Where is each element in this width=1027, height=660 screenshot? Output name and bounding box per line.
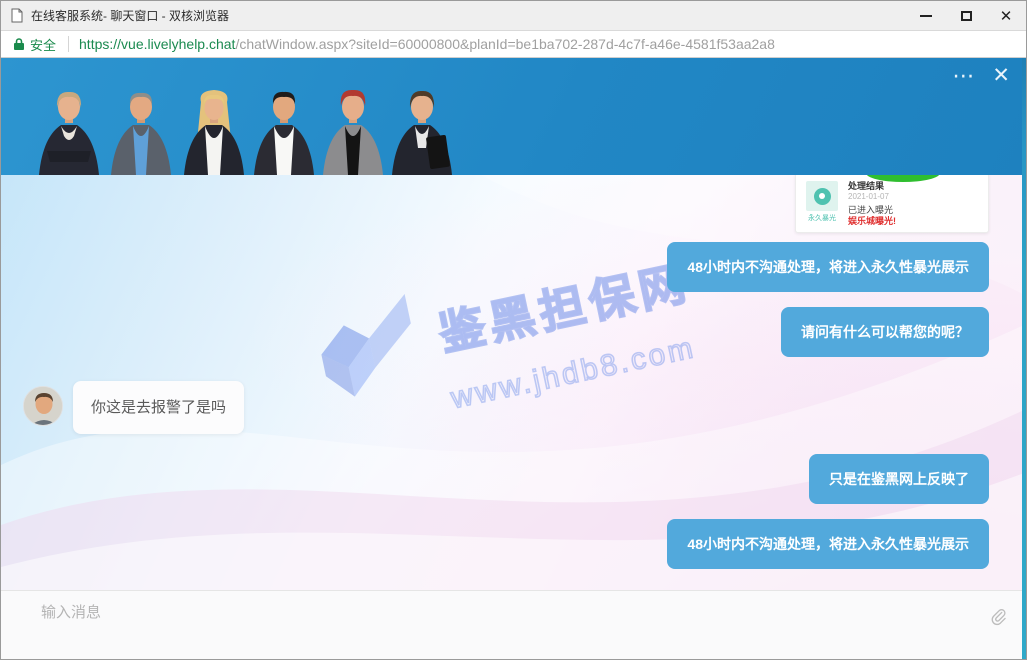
security-chip[interactable]: 安全 bbox=[13, 35, 56, 54]
security-label: 安全 bbox=[30, 35, 56, 54]
card-status-icon bbox=[806, 181, 838, 211]
chat-header: ⋯ ✕ bbox=[1, 58, 1026, 175]
paperclip-icon bbox=[988, 607, 1008, 627]
card-body: 处理结果 2021-01-07 已进入曝光 娱乐城曝光! bbox=[848, 181, 896, 225]
attach-file-button[interactable] bbox=[986, 605, 1010, 629]
lock-icon bbox=[13, 37, 25, 51]
window-edge-accent bbox=[1022, 58, 1026, 660]
card-icon-caption: 永久暴光 bbox=[808, 213, 836, 223]
address-bar: 安全 https://vue.livelyhelp.chat/chatWindo… bbox=[1, 31, 1026, 58]
share-card[interactable]: 永久暴光 处理结果 2021-01-07 已进入曝光 娱乐城曝光! bbox=[795, 175, 989, 233]
minimize-button[interactable] bbox=[906, 1, 946, 31]
message-input[interactable] bbox=[1, 591, 1026, 660]
maximize-button[interactable] bbox=[946, 1, 986, 31]
card-date: 2021-01-07 bbox=[848, 192, 896, 202]
url-path-part: /chatWindow.aspx?siteId=60000800&planId=… bbox=[235, 36, 774, 52]
card-title: 处理结果 bbox=[848, 181, 896, 192]
address-separator bbox=[68, 36, 69, 52]
chat-bubble-right: 48小时内不沟通处理，将进入永久性暴光展示 bbox=[667, 242, 989, 292]
chat-area: 鉴黑担保网 www.jhdb8.com 永久暴光 处理结果 2021-01-07… bbox=[1, 175, 1026, 590]
maximize-icon bbox=[961, 11, 972, 21]
page-icon bbox=[11, 8, 23, 23]
minimize-icon bbox=[920, 15, 932, 17]
title-bar: 在线客服系统- 聊天窗口 - 双核浏览器 ✕ bbox=[1, 1, 1026, 31]
agents-photo bbox=[1, 58, 471, 175]
browser-window: 在线客服系统- 聊天窗口 - 双核浏览器 ✕ 安全 https://vue.li… bbox=[0, 0, 1027, 660]
chat-bubble-right: 只是在鉴黑网上反映了 bbox=[809, 454, 989, 504]
window-title: 在线客服系统- 聊天窗口 - 双核浏览器 bbox=[31, 7, 229, 24]
composer bbox=[1, 590, 1026, 660]
close-icon: ✕ bbox=[1000, 9, 1013, 24]
url-secure-part: https://vue.livelyhelp.chat bbox=[79, 36, 235, 52]
chat-bubble-right: 请问有什么可以帮您的呢？ bbox=[781, 307, 989, 357]
url-field[interactable]: https://vue.livelyhelp.chat/chatWindow.a… bbox=[79, 36, 775, 52]
chat-menu-button[interactable]: ⋯ bbox=[940, 62, 986, 90]
chat-header-actions: ⋯ ✕ bbox=[940, 62, 1016, 90]
card-icon-block: 永久暴光 bbox=[804, 181, 840, 225]
card-description: 已进入曝光 bbox=[848, 205, 896, 216]
window-controls: ✕ bbox=[906, 1, 1026, 31]
visitor-avatar bbox=[23, 386, 63, 426]
close-window-button[interactable]: ✕ bbox=[986, 1, 1026, 31]
chat-bubble-left: 你这是去报警了是吗 bbox=[73, 381, 244, 434]
chat-bubble-right: 48小时内不沟通处理，将进入永久性暴光展示 bbox=[667, 519, 989, 569]
chat-close-button[interactable]: ✕ bbox=[986, 62, 1016, 90]
chat-message-left: 你这是去报警了是吗 bbox=[23, 381, 244, 434]
card-highlight: 娱乐城曝光! bbox=[848, 216, 896, 225]
